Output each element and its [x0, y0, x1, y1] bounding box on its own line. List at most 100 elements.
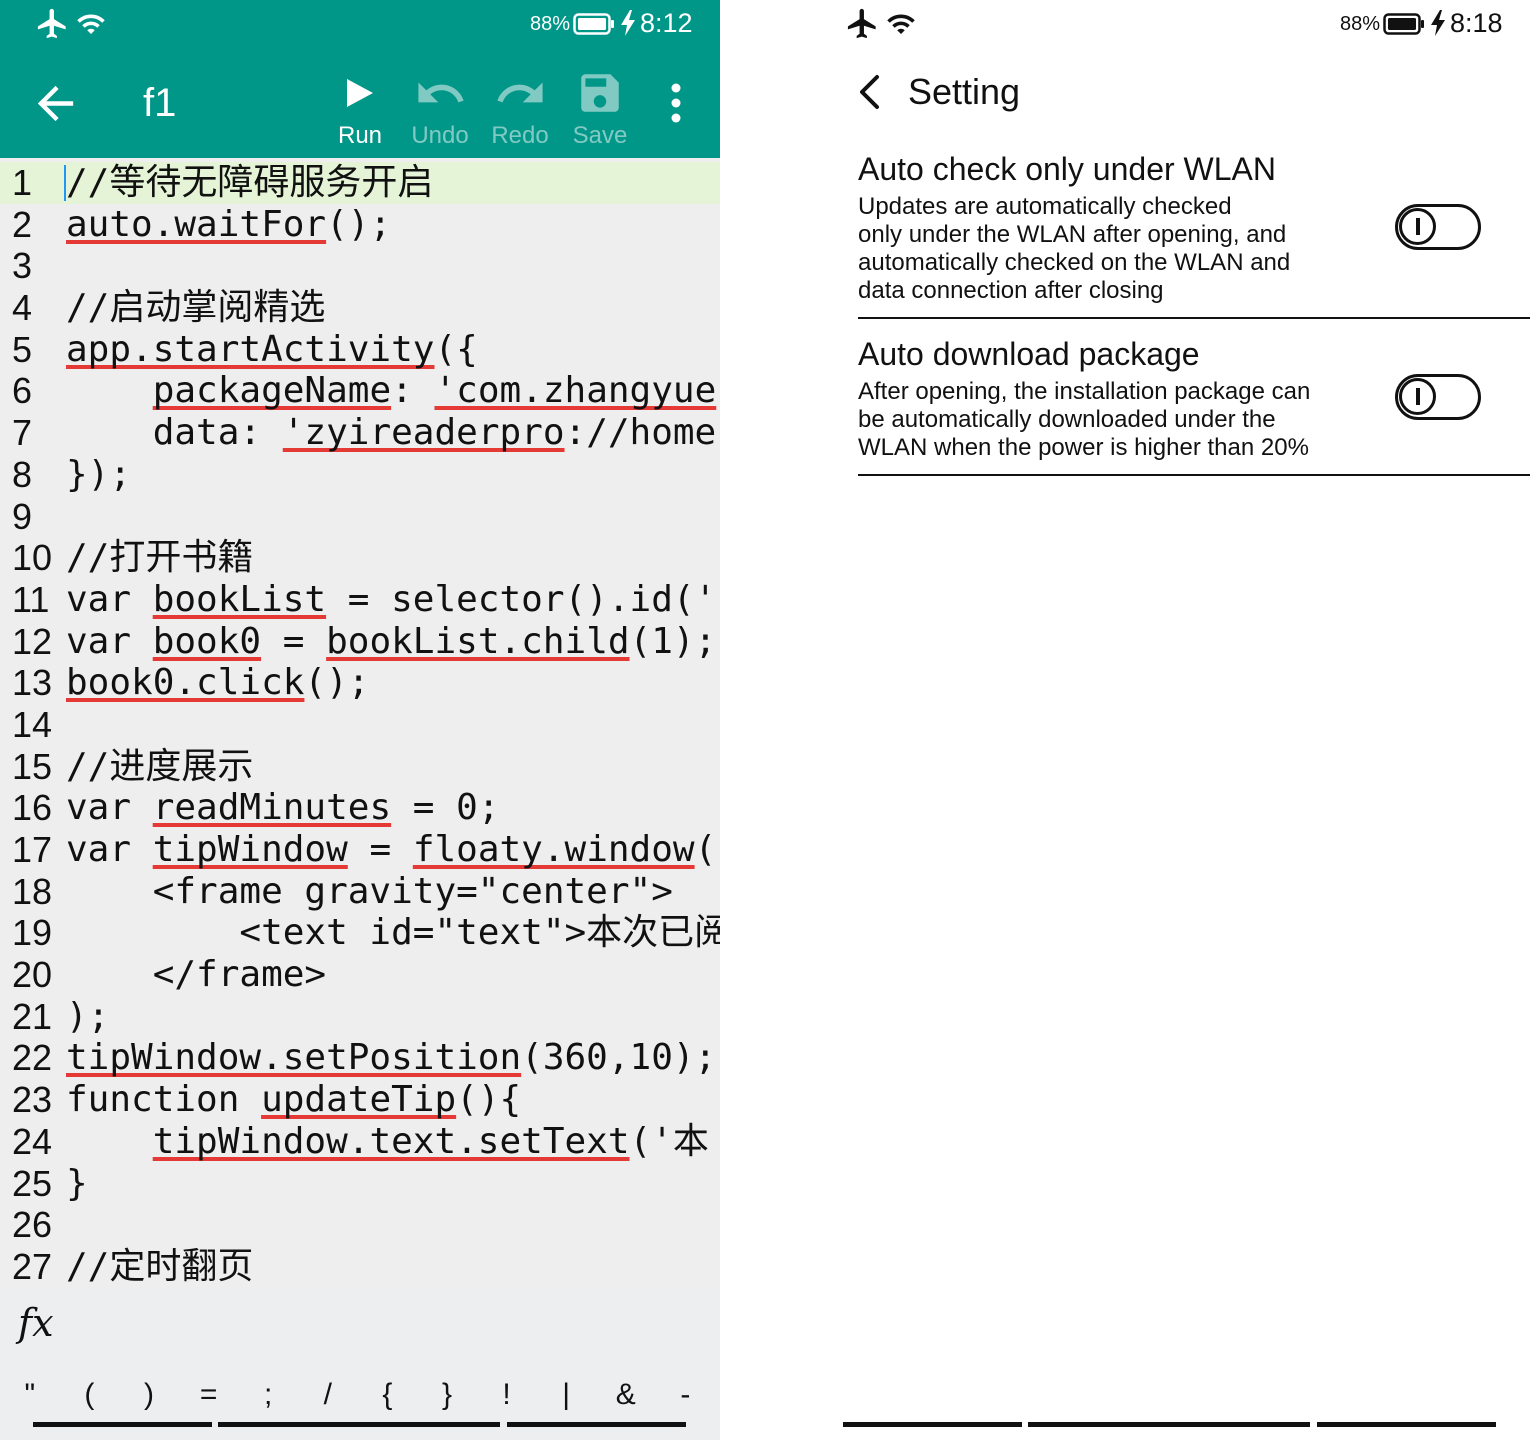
line-number: 11 — [12, 578, 50, 620]
line-code[interactable]: </frame> — [66, 954, 326, 996]
more-options-icon[interactable] — [662, 78, 690, 128]
line-number: 2 — [12, 203, 33, 245]
chevron-left-icon[interactable] — [850, 70, 890, 114]
code-line[interactable]: 10 //打开书籍 — [0, 537, 720, 579]
code-token: = 0; — [391, 787, 500, 829]
code-line[interactable]: 15 //进度展示 — [0, 746, 720, 788]
code-line[interactable]: 21); — [0, 996, 720, 1038]
lint-warning-token: 'com.zhangyue — [434, 370, 717, 412]
function-button[interactable]: fx — [18, 1300, 54, 1346]
line-code[interactable]: //等待无障碍服务开启 — [66, 162, 433, 204]
line-code[interactable]: var readMinutes = 0; — [66, 787, 500, 829]
code-line[interactable]: 18 <frame gravity="center"> — [0, 871, 720, 913]
code-token: = — [347, 829, 413, 870]
code-line[interactable]: 2 auto.waitFor(); — [0, 204, 720, 246]
lint-warning-token: tipWindow — [152, 829, 348, 870]
line-code[interactable]: packageName: 'com.zhangyue — [66, 370, 717, 412]
code-line[interactable]: 22 tipWindow.setPosition(360,10); — [0, 1037, 720, 1079]
code-line[interactable]: 23 function updateTip(){ — [0, 1079, 720, 1121]
line-code[interactable]: tipWindow.setPosition(360,10); — [66, 1037, 716, 1079]
symbol-key-close-brace[interactable]: } — [417, 1376, 477, 1414]
line-code[interactable]: <text id="text">本次已阅 — [66, 912, 720, 954]
symbol-key-close-paren[interactable]: ) — [119, 1376, 179, 1414]
code-line[interactable]: 24 tipWindow.text.setText('本 — [0, 1121, 720, 1163]
wifi-icon — [886, 9, 916, 44]
code-line[interactable]: 12 var book0 = bookList.child(1); — [0, 621, 720, 663]
code-line[interactable]: 19 <text id="text">本次已阅 — [0, 912, 720, 954]
battery-icon — [573, 13, 615, 40]
nav-bar-center-segment[interactable] — [1028, 1422, 1310, 1427]
line-code[interactable]: //进度展示 — [66, 746, 253, 788]
clock: 8:18 — [1450, 8, 1503, 38]
code-line[interactable]: 16 var readMinutes = 0; — [0, 787, 720, 829]
code-line[interactable]: 11 var bookList = selector().id(' — [0, 579, 720, 621]
nav-bar-left-segment[interactable] — [33, 1422, 212, 1427]
line-code[interactable]: //定时翻页 — [66, 1246, 253, 1288]
back-arrow-icon[interactable] — [28, 76, 82, 130]
undo-button[interactable]: Undo — [400, 62, 480, 154]
code-line[interactable]: 27 //定时翻页 — [0, 1246, 720, 1288]
line-number: 23 — [12, 1079, 53, 1121]
code-line[interactable]: 13 book0.click(); — [0, 662, 720, 704]
nav-bar-center-segment[interactable] — [218, 1422, 500, 1427]
code-line[interactable]: 1 //等待无障碍服务开启 — [0, 162, 720, 204]
line-code[interactable]: var tipWindow = floaty.window( — [66, 829, 716, 871]
line-code[interactable]: auto.waitFor(); — [66, 204, 391, 246]
symbol-toolbar: fx " ( ) = ; / { } ! | & - — [0, 1290, 720, 1440]
line-code[interactable]: //打开书籍 — [66, 537, 253, 579]
code-line[interactable]: 25} — [0, 1163, 720, 1205]
redo-button[interactable]: Redo — [480, 62, 560, 154]
clock: 8:12 — [640, 8, 693, 38]
line-code[interactable]: } — [66, 1163, 88, 1205]
code-line[interactable]: 26 — [0, 1204, 720, 1246]
line-code[interactable]: }); — [66, 454, 131, 496]
code-line[interactable]: 20 </frame> — [0, 954, 720, 996]
code-editor[interactable]: 1//等待无障碍服务开启 2 auto.waitFor(); 3 4//启动掌阅精选 5 a… — [0, 162, 720, 1288]
line-code[interactable]: <frame gravity="center"> — [66, 871, 673, 913]
line-code[interactable]: app.startActivity({ — [66, 329, 478, 371]
symbol-key-slash[interactable]: / — [298, 1376, 358, 1414]
description-line: be automatically downloaded under the — [858, 406, 1276, 433]
save-button[interactable]: Save — [560, 62, 640, 154]
nav-bar-right-segment[interactable] — [507, 1422, 686, 1427]
line-code[interactable]: var book0 = bookList.child(1); — [66, 621, 716, 663]
divider — [858, 474, 1530, 476]
code-line[interactable]: 6 packageName: 'com.zhangyue — [0, 370, 720, 412]
line-code[interactable]: var bookList = selector().id(' — [66, 579, 716, 621]
nav-bar-left-segment[interactable] — [843, 1422, 1022, 1427]
code-line[interactable]: 9 — [0, 496, 720, 538]
code-line[interactable]: 8}); — [0, 454, 720, 496]
code-line[interactable]: 7 data: 'zyireaderpro://home — [0, 412, 720, 454]
code-token: ://home — [564, 412, 717, 454]
line-code[interactable]: //启动掌阅精选 — [66, 287, 325, 329]
line-code[interactable]: book0.click(); — [66, 662, 369, 704]
code-line[interactable]: 14 — [0, 704, 720, 746]
symbol-key-exclamation[interactable]: ! — [477, 1376, 537, 1414]
symbol-key-open-brace[interactable]: { — [358, 1376, 418, 1414]
line-code[interactable]: tipWindow.text.setText('本 — [66, 1121, 709, 1163]
text-cursor — [64, 165, 66, 201]
code-line[interactable]: 3 — [0, 245, 720, 287]
battery-percent: 88% — [530, 13, 571, 35]
code-line[interactable]: 5 app.startActivity({ — [0, 329, 720, 371]
symbol-key-pipe[interactable]: | — [536, 1376, 596, 1414]
symbol-key-equals[interactable]: = — [179, 1376, 239, 1414]
symbol-key-minus[interactable]: - — [656, 1376, 716, 1414]
symbol-key-quote[interactable]: " — [0, 1376, 60, 1414]
code-line[interactable]: 17 var tipWindow = floaty.window( — [0, 829, 720, 871]
description-line: After opening, the installation package … — [858, 378, 1311, 405]
line-code[interactable]: function updateTip(){ — [66, 1079, 521, 1121]
run-button[interactable]: Run — [320, 62, 400, 154]
line-code[interactable]: ); — [66, 996, 109, 1038]
symbol-key-open-paren[interactable]: ( — [60, 1376, 120, 1414]
line-code[interactable]: data: 'zyireaderpro://home — [66, 412, 717, 454]
auto-download-toggle[interactable] — [1395, 374, 1481, 420]
symbol-key-ampersand[interactable]: & — [596, 1376, 656, 1414]
code-line[interactable]: 4 //启动掌阅精选 — [0, 287, 720, 329]
code-token: data: — [66, 412, 283, 454]
file-title: f1 — [143, 81, 177, 125]
nav-bar-right-segment[interactable] — [1317, 1422, 1496, 1427]
symbol-key-semicolon[interactable]: ; — [238, 1376, 298, 1414]
auto-check-toggle[interactable] — [1395, 204, 1481, 250]
